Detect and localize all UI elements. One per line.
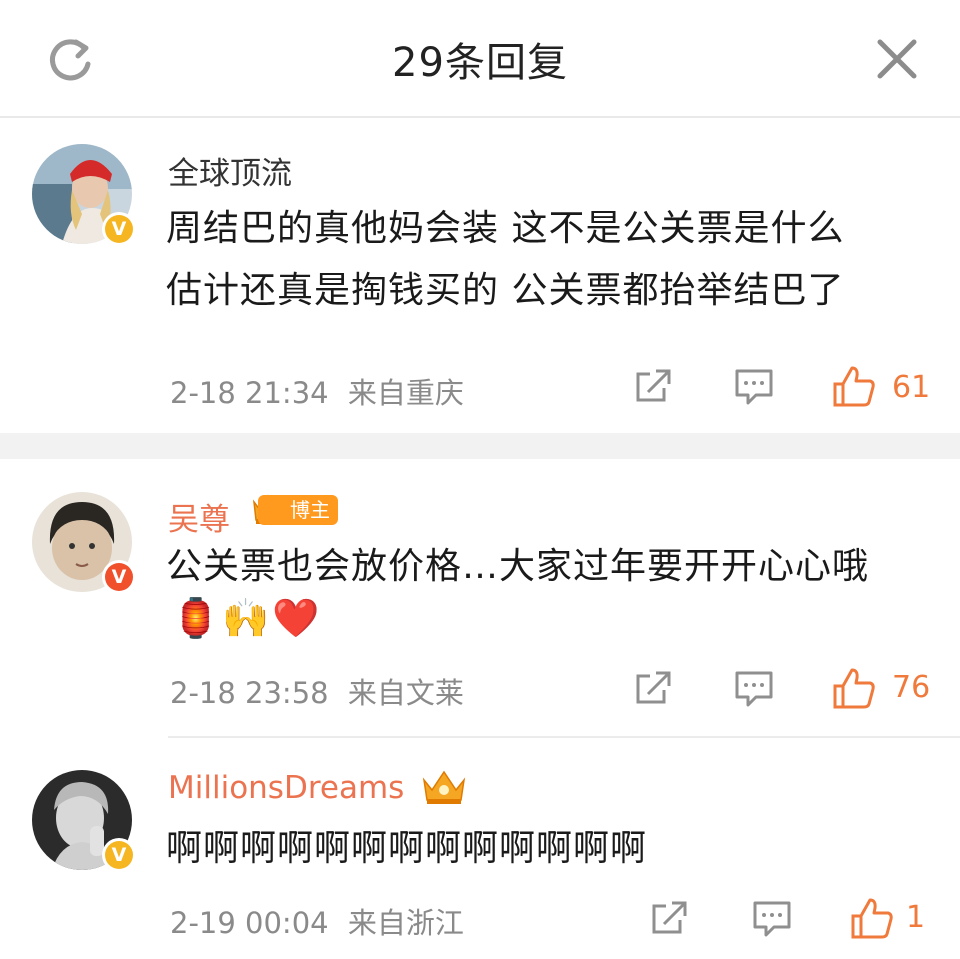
blogger-badge-label: 博主 (290, 498, 330, 522)
avatar[interactable]: V (32, 144, 136, 246)
like-count: 1 (906, 900, 926, 935)
crown-badge-icon (422, 770, 466, 804)
raised-hands-emoji-icon: 🙌 (222, 596, 270, 640)
like-count: 61 (892, 370, 931, 405)
comment-text-line: 估计还真是掏钱买的 公关票都抬举结巴了 (166, 270, 845, 311)
comment-icon[interactable] (734, 368, 774, 406)
verified-badge-icon: V (102, 838, 136, 872)
comment-location: 来自浙江 (347, 906, 464, 940)
username[interactable]: 吴尊 (168, 494, 230, 539)
share-icon[interactable] (634, 366, 674, 406)
username[interactable]: MillionsDreams (168, 770, 404, 806)
comment-time: 2-18 23:58 (170, 676, 329, 710)
close-icon[interactable] (874, 36, 920, 82)
like-icon[interactable] (850, 896, 894, 940)
like-count: 76 (892, 670, 931, 705)
comment-meta: 2-19 00:04 来自浙江 (170, 900, 464, 942)
comment-time: 2-19 00:04 (170, 906, 329, 940)
heart-emoji-icon: ❤️ (272, 596, 320, 640)
blogger-badge: 博主 (258, 495, 338, 525)
comment-location: 来自重庆 (347, 376, 464, 410)
comment-text: 周结巴的真他妈会装 这不是公关票是什么 估计还真是掏钱买的 公关票都抬举结巴了 (166, 198, 920, 322)
comment-time: 2-18 21:34 (170, 376, 329, 410)
comment-icon[interactable] (752, 900, 792, 938)
divider (168, 736, 960, 738)
page-title: 29条回复 (392, 40, 568, 86)
verified-badge-icon: V (102, 212, 136, 246)
comment-text: 啊啊啊啊啊啊啊啊啊啊啊啊啊 (166, 818, 920, 880)
avatar[interactable]: V (32, 770, 136, 872)
share-icon[interactable] (634, 668, 674, 708)
comment-location: 来自文莱 (347, 676, 464, 710)
comment-text-line: 啊啊啊啊啊啊啊啊啊啊啊啊啊 (166, 828, 648, 869)
avatar[interactable]: V (32, 492, 136, 594)
comment-text-line: 公关票也会放价格…大家过年要开开心心哦 (166, 546, 870, 587)
verified-badge-icon: V (102, 560, 136, 594)
username[interactable]: 全球顶流 (168, 148, 292, 193)
share-icon[interactable] (650, 898, 690, 938)
comment-icon[interactable] (734, 670, 774, 708)
lantern-emoji-icon: 🏮 (172, 596, 220, 640)
like-icon[interactable] (832, 666, 876, 710)
section-separator (0, 433, 960, 459)
header-bar: 29条回复 (0, 0, 960, 118)
comment-text-line: 周结巴的真他妈会装 这不是公关票是什么 (166, 208, 845, 249)
comment-meta: 2-18 23:58 来自文莱 (170, 670, 464, 712)
comment-meta: 2-18 21:34 来自重庆 (170, 370, 464, 412)
like-icon[interactable] (832, 364, 876, 408)
comment-text: 公关票也会放价格…大家过年要开开心心哦 (166, 536, 920, 598)
